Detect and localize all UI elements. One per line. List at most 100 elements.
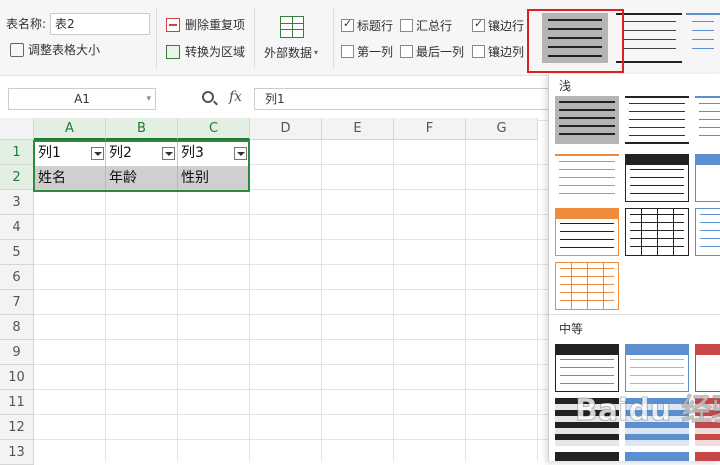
select-all-corner[interactable] <box>0 118 34 140</box>
style-header-band <box>696 155 720 165</box>
row-header[interactable]: 2 <box>0 165 34 190</box>
row-header[interactable]: 5 <box>0 240 34 265</box>
column-header-g[interactable]: G <box>466 118 538 140</box>
style-swatch[interactable] <box>555 208 619 256</box>
header-row-checkbox[interactable] <box>341 17 354 32</box>
style-swatch[interactable] <box>555 452 619 461</box>
style-swatch[interactable] <box>555 262 619 310</box>
option-total-row[interactable]: 汇总行 <box>400 17 452 34</box>
row-header[interactable]: 1 <box>0 140 34 165</box>
external-data-icon[interactable] <box>280 16 304 38</box>
selected-style-highlight <box>527 9 624 73</box>
style-swatch[interactable] <box>625 208 689 256</box>
style-header-band <box>556 209 618 219</box>
option-label: 最后一列 <box>416 45 465 59</box>
option-label: 标题行 <box>357 19 394 33</box>
row-header[interactable]: 3 <box>0 190 34 215</box>
remove-duplicates-label: 删除重复项 <box>185 18 246 32</box>
style-lines <box>629 103 685 137</box>
ribbon-separator <box>254 8 255 68</box>
ribbon-separator <box>333 8 334 68</box>
style-swatch[interactable] <box>695 154 720 202</box>
style-lines <box>559 161 615 197</box>
formula-bar: A1 ▾ fx 列1 <box>0 77 548 121</box>
ribbon-separator <box>156 8 157 68</box>
table-name-input[interactable]: 表2 <box>50 13 150 35</box>
gallery-section-medium: 中等 <box>559 322 584 336</box>
style-lines <box>699 103 720 139</box>
row-header[interactable]: 12 <box>0 415 34 440</box>
fx-icon[interactable]: fx <box>229 89 242 105</box>
row-header[interactable]: 7 <box>0 290 34 315</box>
style-lines <box>559 101 615 139</box>
external-data-button[interactable]: 外部数据 ▾ <box>264 44 318 61</box>
option-first-column[interactable]: 第一列 <box>341 43 393 60</box>
style-lines <box>560 223 614 250</box>
table-tools-ribbon: 表名称: 表2 调整表格大小 删除重复项 转换为区域 外部数据 ▾ 标题行 汇总… <box>0 0 720 76</box>
style-swatch[interactable] <box>695 208 720 256</box>
style-header-band <box>556 345 618 355</box>
external-data-label: 外部数据 <box>264 46 313 60</box>
style-lines <box>630 169 684 196</box>
column-header-b[interactable]: B <box>106 118 178 140</box>
option-label: 汇总行 <box>416 19 453 33</box>
option-banded-rows[interactable]: 镶边行 <box>472 17 524 34</box>
baidu-watermark: Baidu 经验 <box>575 393 720 429</box>
last-column-checkbox[interactable] <box>400 45 413 58</box>
column-header-a[interactable]: A <box>34 118 106 140</box>
style-swatch[interactable] <box>695 96 720 144</box>
table-style-preview[interactable] <box>686 13 720 63</box>
style-lines <box>692 21 714 57</box>
row-header[interactable]: 8 <box>0 315 34 340</box>
style-header-band <box>626 345 688 355</box>
table-style-preview[interactable] <box>616 13 682 63</box>
resize-table-label: 调整表格大小 <box>28 43 101 57</box>
option-banded-columns[interactable]: 镶边列 <box>472 43 524 60</box>
style-swatch[interactable] <box>625 154 689 202</box>
style-swatch[interactable] <box>555 154 619 202</box>
convert-range-label: 转换为区域 <box>185 45 246 59</box>
name-box[interactable]: A1 ▾ <box>8 88 156 110</box>
style-header-band <box>696 345 720 355</box>
style-lines <box>622 21 676 55</box>
total-row-checkbox[interactable] <box>400 19 413 32</box>
column-header-f[interactable]: F <box>394 118 466 140</box>
banded-rows-checkbox[interactable] <box>472 17 485 32</box>
row-header[interactable]: 13 <box>0 440 34 465</box>
gallery-divider <box>549 314 720 315</box>
row-header[interactable]: 6 <box>0 265 34 290</box>
convert-range-icon <box>166 44 180 59</box>
row-header[interactable]: 9 <box>0 340 34 365</box>
cell-reference: A1 <box>74 92 90 106</box>
resize-icon <box>10 42 24 57</box>
style-swatch[interactable] <box>555 96 619 144</box>
row-header[interactable]: 10 <box>0 365 34 390</box>
column-header-e[interactable]: E <box>322 118 394 140</box>
option-header-row[interactable]: 标题行 <box>341 17 393 34</box>
remove-duplicates-button[interactable]: 删除重复项 <box>166 16 245 33</box>
convert-to-range-button[interactable]: 转换为区域 <box>166 43 245 60</box>
style-lines <box>700 214 720 250</box>
style-lines <box>560 268 614 304</box>
column-header-d[interactable]: D <box>250 118 322 140</box>
banded-columns-checkbox[interactable] <box>472 45 485 58</box>
option-last-column[interactable]: 最后一列 <box>400 43 464 60</box>
formula-input[interactable]: 列1 <box>254 88 548 110</box>
option-label: 镶边行 <box>488 19 525 33</box>
style-swatch[interactable] <box>625 452 689 461</box>
row-header[interactable]: 4 <box>0 215 34 240</box>
table-range-border <box>33 140 250 192</box>
row-header[interactable]: 11 <box>0 390 34 415</box>
style-lines <box>560 359 614 386</box>
style-swatch[interactable] <box>695 452 720 461</box>
zoom-icon[interactable] <box>202 91 214 103</box>
resize-table-button[interactable]: 调整表格大小 <box>10 41 100 58</box>
column-header-c[interactable]: C <box>178 118 250 140</box>
first-column-checkbox[interactable] <box>341 45 354 58</box>
chevron-down-icon[interactable]: ▾ <box>146 89 151 109</box>
style-swatch[interactable] <box>625 96 689 144</box>
option-label: 镶边列 <box>488 45 525 59</box>
chevron-down-icon: ▾ <box>314 48 319 57</box>
style-lines <box>630 214 684 250</box>
gallery-section-light: 浅 <box>559 79 572 93</box>
